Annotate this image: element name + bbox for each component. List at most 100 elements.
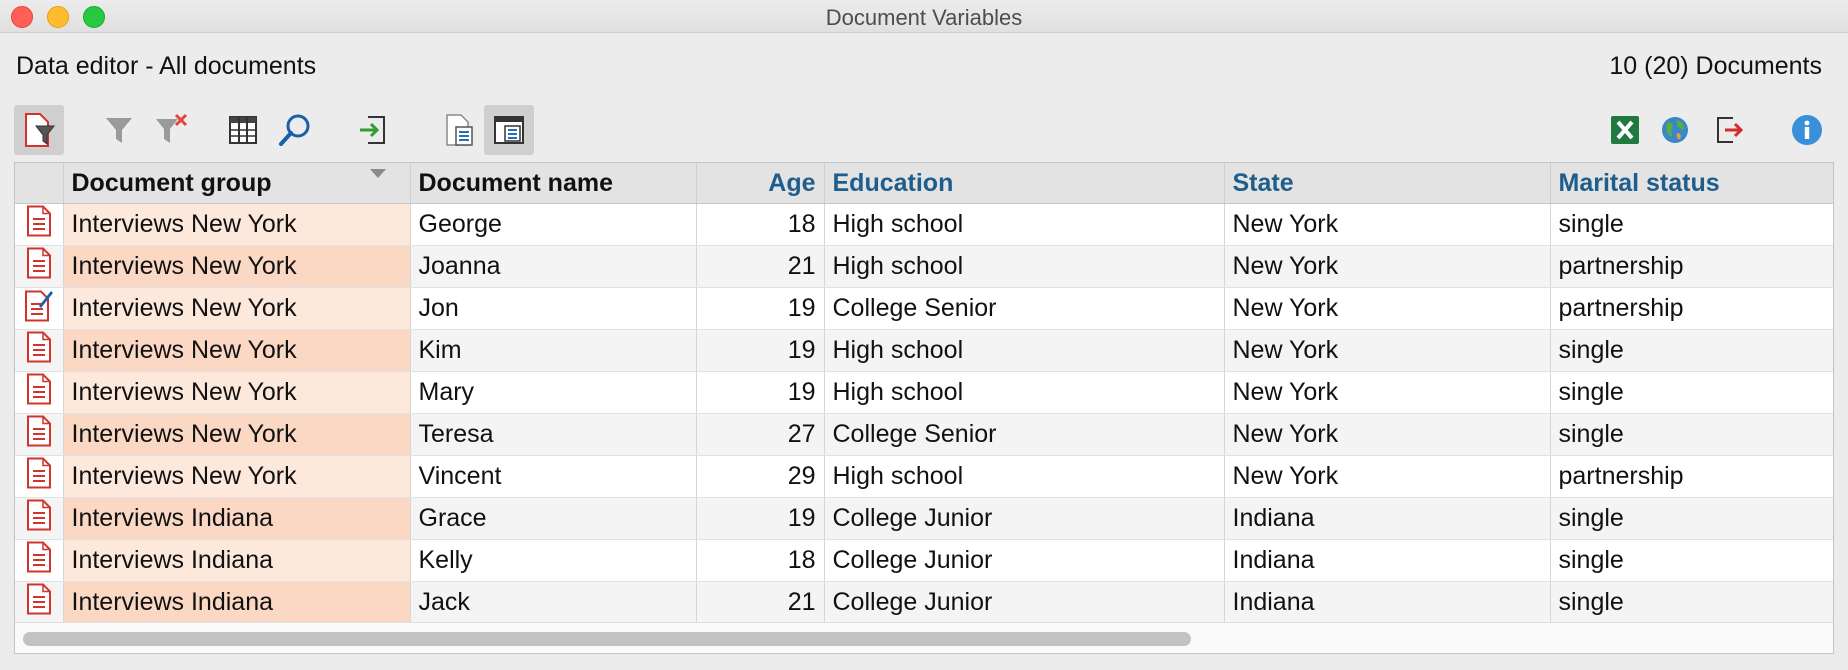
web-export-button[interactable]	[1650, 105, 1700, 155]
cell-marital-status[interactable]: single	[1550, 413, 1833, 456]
cell-marital-status[interactable]: single	[1550, 539, 1833, 582]
cell-education[interactable]: High school	[824, 329, 1225, 372]
cell-marital-status[interactable]: partnership	[1550, 287, 1833, 330]
cell-education[interactable]: High school	[824, 371, 1225, 414]
cell-document-name[interactable]: Teresa	[410, 413, 697, 456]
cell-document-group[interactable]: Interviews Indiana	[63, 581, 411, 624]
cell-document-name[interactable]: Mary	[410, 371, 697, 414]
filter-button[interactable]	[94, 105, 144, 155]
data-grid[interactable]: Document group Document name Age Educati…	[14, 162, 1834, 654]
column-header-document-group[interactable]: Document group	[63, 163, 411, 204]
excel-export-button[interactable]	[1600, 105, 1650, 155]
cell-age[interactable]: 19	[696, 497, 825, 540]
cell-education[interactable]: College Junior	[824, 581, 1225, 624]
column-header-document-name[interactable]: Document name	[410, 163, 697, 204]
cell-age[interactable]: 19	[696, 329, 825, 372]
cell-education[interactable]: High school	[824, 245, 1225, 288]
cell-state[interactable]: Indiana	[1224, 539, 1551, 582]
cell-marital-status[interactable]: single	[1550, 497, 1833, 540]
cell-document-name[interactable]: Kim	[410, 329, 697, 372]
cell-document-group[interactable]: Interviews New York	[63, 455, 411, 498]
cell-document-group[interactable]: Interviews New York	[63, 245, 411, 288]
cell-marital-status[interactable]: single	[1550, 371, 1833, 414]
exit-button[interactable]	[1704, 105, 1754, 155]
table-row[interactable]: Interviews New York Mary 19 High school New …	[15, 371, 1833, 414]
cell-state[interactable]: New York	[1224, 287, 1551, 330]
cell-document-group[interactable]: Interviews New York	[63, 371, 411, 414]
info-button[interactable]	[1782, 105, 1832, 155]
table-row[interactable]: Interviews Indiana Jack 21 College Junior In…	[15, 581, 1833, 624]
cell-marital-status[interactable]: single	[1550, 581, 1833, 624]
column-header-state[interactable]: State	[1224, 163, 1551, 204]
document-list-button[interactable]	[434, 105, 484, 155]
document-icon-cell[interactable]	[15, 581, 64, 624]
filter-active-button[interactable]	[14, 105, 64, 155]
cell-marital-status[interactable]: single	[1550, 329, 1833, 372]
cell-education[interactable]: High school	[824, 455, 1225, 498]
column-header-marital-status[interactable]: Marital status	[1550, 163, 1833, 204]
cell-state[interactable]: New York	[1224, 413, 1551, 456]
table-row[interactable]: Interviews New York Joanna 21 High school Ne…	[15, 245, 1833, 288]
document-icon-cell[interactable]	[15, 245, 64, 288]
cell-document-group[interactable]: Interviews New York	[63, 329, 411, 372]
column-header-age[interactable]: Age	[696, 163, 825, 204]
cell-document-group[interactable]: Interviews New York	[63, 413, 411, 456]
cell-age[interactable]: 29	[696, 455, 825, 498]
table-row[interactable]: Interviews Indiana Kelly 18 College Junior I…	[15, 539, 1833, 582]
table-row[interactable]: Interviews New York Kim 19 High school New Y…	[15, 329, 1833, 372]
cell-age[interactable]: 19	[696, 371, 825, 414]
cell-age[interactable]: 19	[696, 287, 825, 330]
table-row[interactable]: Interviews New York Teresa 27 College Senio…	[15, 413, 1833, 456]
cell-marital-status[interactable]: single	[1550, 203, 1833, 246]
horizontal-scrollbar[interactable]	[15, 622, 1833, 653]
cell-document-name[interactable]: Joanna	[410, 245, 697, 288]
scrollbar-thumb[interactable]	[23, 632, 1191, 646]
cell-document-name[interactable]: Vincent	[410, 455, 697, 498]
cell-document-group[interactable]: Interviews New York	[63, 203, 411, 246]
document-icon-cell[interactable]	[15, 413, 64, 456]
cell-education[interactable]: College Senior	[824, 287, 1225, 330]
document-icon-cell[interactable]	[15, 329, 64, 372]
cell-document-name[interactable]: Jack	[410, 581, 697, 624]
cell-document-name[interactable]: George	[410, 203, 697, 246]
cell-state[interactable]: Indiana	[1224, 497, 1551, 540]
cell-education[interactable]: High school	[824, 203, 1225, 246]
cell-age[interactable]: 18	[696, 203, 825, 246]
search-button[interactable]	[270, 105, 320, 155]
cell-state[interactable]: New York	[1224, 245, 1551, 288]
cell-marital-status[interactable]: partnership	[1550, 455, 1833, 498]
table-row[interactable]: Interviews New York George 18 High school Ne…	[15, 203, 1833, 246]
columns-button[interactable]	[218, 105, 268, 155]
cell-state[interactable]: New York	[1224, 455, 1551, 498]
cell-document-group[interactable]: Interviews New York	[63, 287, 411, 330]
cell-education[interactable]: College Junior	[824, 539, 1225, 582]
document-icon-cell[interactable]	[15, 371, 64, 414]
cell-marital-status[interactable]: partnership	[1550, 245, 1833, 288]
document-icon-cell[interactable]	[15, 539, 64, 582]
clear-filter-button[interactable]	[146, 105, 196, 155]
cell-age[interactable]: 18	[696, 539, 825, 582]
table-row[interactable]: Interviews New York Jon 19 College Senior Ne…	[15, 287, 1833, 330]
cell-document-name[interactable]: Jon	[410, 287, 697, 330]
import-button[interactable]	[348, 105, 398, 155]
table-row[interactable]: Interviews New York Vincent 29 High school N…	[15, 455, 1833, 498]
cell-state[interactable]: New York	[1224, 329, 1551, 372]
cell-state[interactable]: New York	[1224, 371, 1551, 414]
cell-document-name[interactable]: Grace	[410, 497, 697, 540]
cell-age[interactable]: 21	[696, 245, 825, 288]
document-view-button[interactable]	[484, 105, 534, 155]
document-icon-cell[interactable]	[15, 203, 64, 246]
cell-age[interactable]: 27	[696, 413, 825, 456]
document-icon-cell[interactable]	[15, 287, 64, 330]
cell-document-group[interactable]: Interviews Indiana	[63, 539, 411, 582]
cell-education[interactable]: College Junior	[824, 497, 1225, 540]
cell-state[interactable]: Indiana	[1224, 581, 1551, 624]
cell-document-name[interactable]: Kelly	[410, 539, 697, 582]
document-icon-cell[interactable]	[15, 497, 64, 540]
document-icon-cell[interactable]	[15, 455, 64, 498]
cell-document-group[interactable]: Interviews Indiana	[63, 497, 411, 540]
cell-education[interactable]: College Senior	[824, 413, 1225, 456]
column-header-education[interactable]: Education	[824, 163, 1225, 204]
cell-age[interactable]: 21	[696, 581, 825, 624]
cell-state[interactable]: New York	[1224, 203, 1551, 246]
